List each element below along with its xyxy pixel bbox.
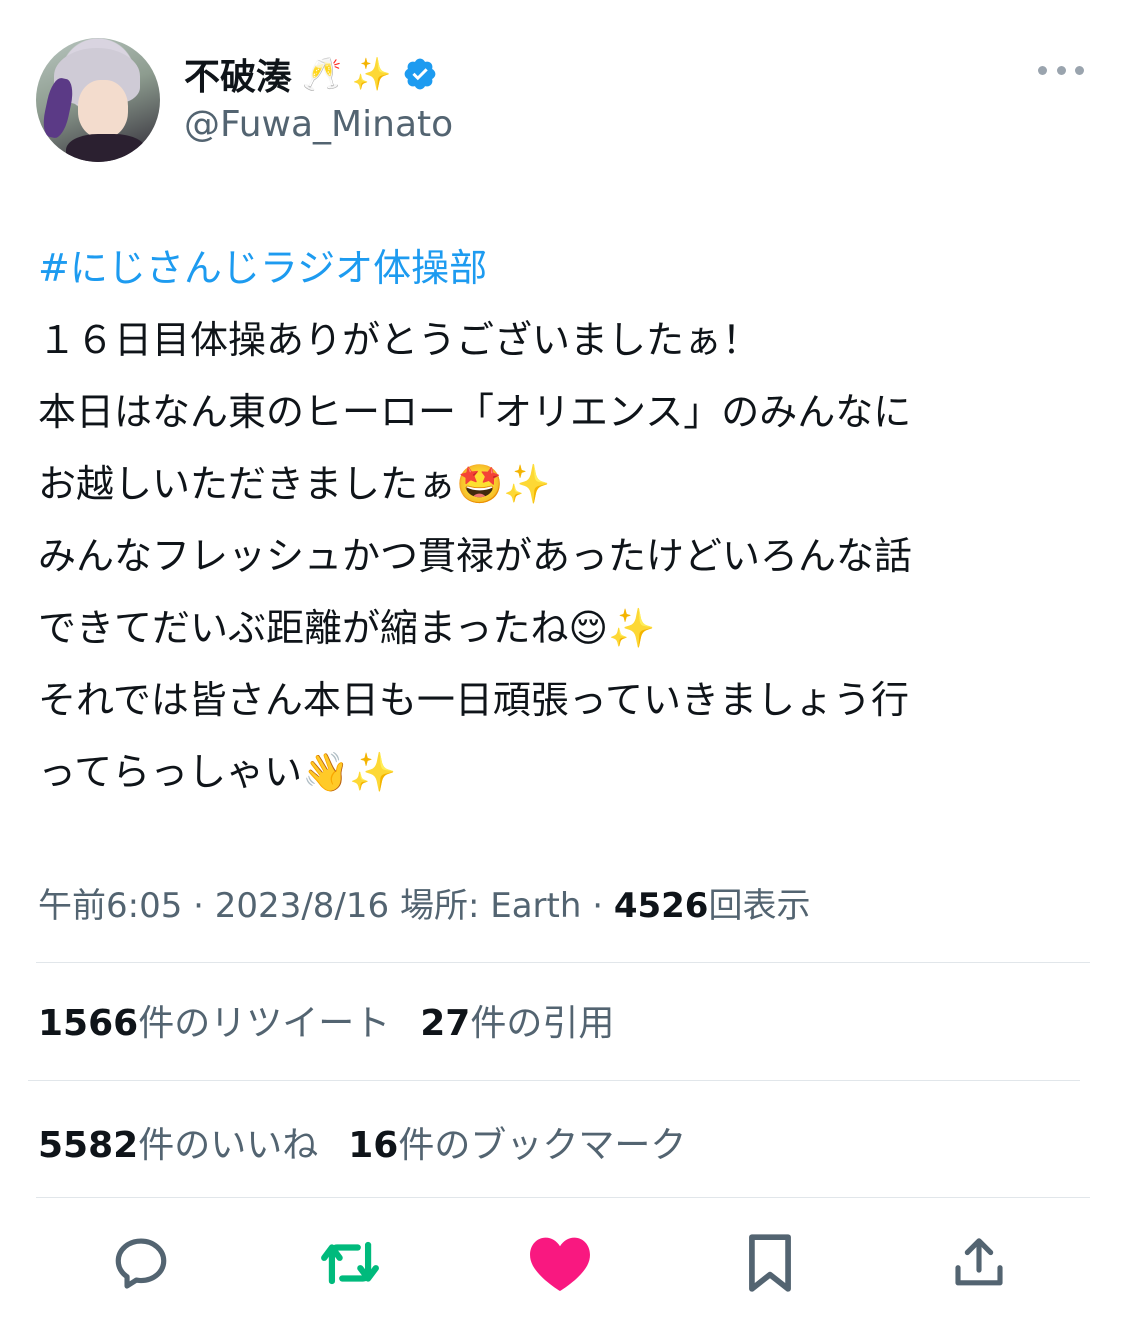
tweet-line: １６日目体操ありがとうございましたぁ！ <box>38 318 761 362</box>
tweet-header: 不破湊 🥂 ✨ @Fuwa_Minato <box>36 38 1090 162</box>
tweet-text: #にじさんじラジオ体操部 １６日目体操ありがとうございましたぁ！ 本日はなん東の… <box>38 232 1088 808</box>
display-name[interactable]: 不破湊 <box>184 48 292 100</box>
retweet-count-label: 件のリツイート <box>138 1003 391 1044</box>
bookmark-count: 16 <box>348 1125 399 1166</box>
champagne-emoji: 🥂 <box>302 55 342 93</box>
like-count-link[interactable]: 5582件のいいね <box>38 1125 318 1166</box>
meta-separator: · <box>182 886 215 926</box>
share-button[interactable] <box>944 1228 1014 1298</box>
avatar[interactable] <box>36 38 160 162</box>
retweet-button[interactable] <box>315 1228 385 1298</box>
name-row: 不破湊 🥂 ✨ <box>184 48 438 100</box>
tweet-time[interactable]: 午前6:05 <box>38 886 182 926</box>
bookmark-count-label: 件のブックマーク <box>398 1125 687 1166</box>
heart-icon <box>530 1237 590 1291</box>
hashtag-link[interactable]: #にじさんじラジオ体操部 <box>38 232 1088 304</box>
retweet-count: 1566 <box>38 1003 139 1044</box>
retweet-quote-stats: 1566件のリツイート 27件の引用 <box>38 994 614 1046</box>
like-button[interactable] <box>525 1228 595 1298</box>
retweet-icon <box>321 1241 379 1285</box>
action-bar <box>0 1228 1125 1298</box>
reply-icon <box>115 1238 167 1289</box>
retweet-count-link[interactable]: 1566件のリツイート <box>38 1003 390 1044</box>
quote-count-link[interactable]: 27件の引用 <box>420 1003 614 1044</box>
tweet-line: それでは皆さん本日も一日頑張っていきましょう行 <box>38 678 909 722</box>
tweet-location: 場所: Earth <box>389 886 582 926</box>
quote-count-label: 件の引用 <box>470 1003 615 1044</box>
tweet-line: 本日はなん東のヒーロー「オリエンス」のみんなに <box>38 390 912 434</box>
verified-badge-icon[interactable] <box>402 56 438 92</box>
share-icon <box>955 1238 1003 1286</box>
like-count: 5582 <box>38 1125 139 1166</box>
user-handle[interactable]: @Fuwa_Minato <box>184 104 453 145</box>
sparkles-emoji: ✨ <box>351 55 392 93</box>
view-count-label: 回表示 <box>708 886 811 926</box>
quote-count: 27 <box>420 1003 471 1044</box>
bookmark-count-link[interactable]: 16件のブックマーク <box>348 1125 686 1166</box>
divider <box>36 962 1090 963</box>
more-dots-icon[interactable] <box>1038 60 1084 80</box>
divider <box>28 1080 1080 1081</box>
reply-button[interactable] <box>106 1228 176 1298</box>
bookmark-button[interactable] <box>735 1228 805 1298</box>
tweet-line: お越しいただきましたぁ🤩✨ <box>38 462 551 506</box>
tweet-meta: 午前6:05 · 2023/8/16 場所: Earth · 4526回表示 <box>38 878 810 927</box>
tweet-date[interactable]: 2023/8/16 <box>215 886 389 926</box>
like-count-label: 件のいいね <box>138 1125 319 1166</box>
bookmark-icon <box>749 1234 791 1292</box>
view-count: 4526 <box>613 886 709 926</box>
tweet-line: ってらっしゃい👋✨ <box>38 750 397 794</box>
divider <box>36 1197 1090 1198</box>
tweet-line: できてだいぶ距離が縮まったね😌✨ <box>38 606 656 650</box>
meta-separator: · <box>581 886 614 926</box>
tweet-line: みんなフレッシュかつ貫禄があったけどいろんな話 <box>38 534 913 578</box>
like-bookmark-stats: 5582件のいいね 16件のブックマーク <box>38 1116 686 1168</box>
